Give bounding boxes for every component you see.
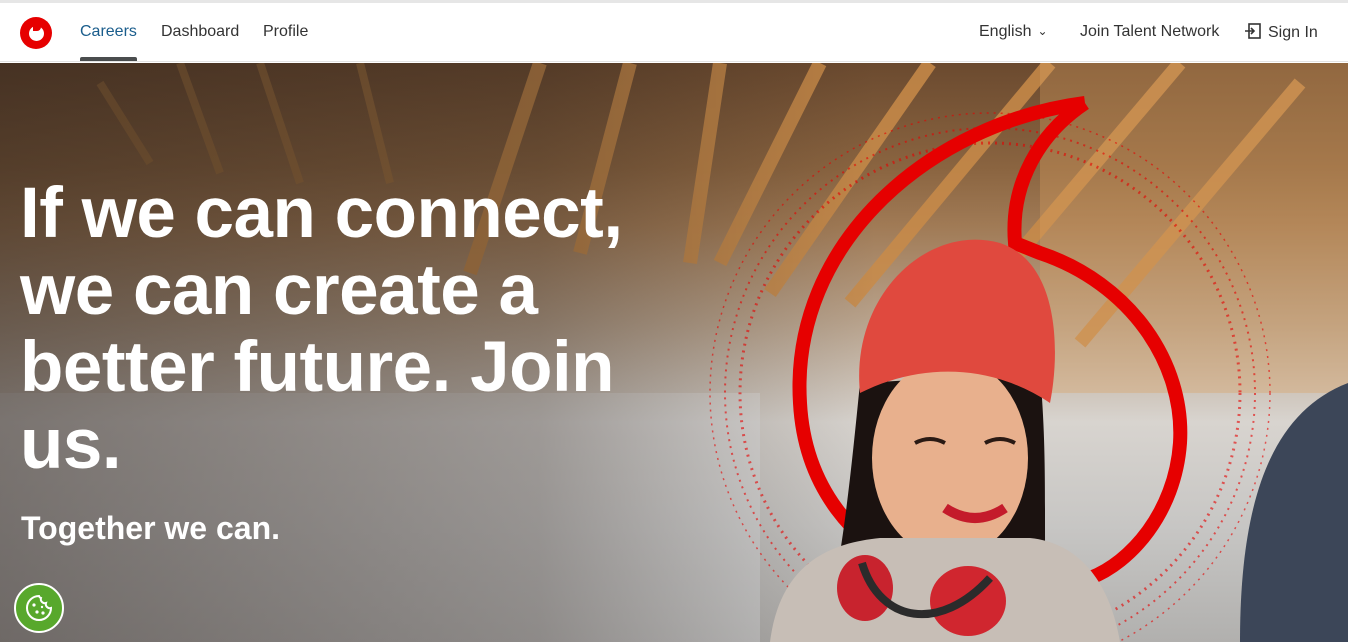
vodafone-logo-icon[interactable]	[20, 17, 52, 49]
active-nav-indicator	[80, 57, 137, 61]
cookie-icon	[26, 594, 53, 621]
language-label: English	[979, 23, 1032, 40]
nav-careers-link[interactable]: Careers	[80, 22, 137, 42]
hero-headline: If we can connect, we can create a bette…	[20, 174, 623, 484]
join-talent-network-link[interactable]: Join Talent Network	[1080, 22, 1219, 42]
language-selector[interactable]: English ⌄	[979, 22, 1048, 42]
sign-in-label: Sign In	[1268, 24, 1318, 41]
hero-banner: If we can connect, we can create a bette…	[0, 63, 1348, 642]
nav-dashboard-link[interactable]: Dashboard	[161, 22, 239, 42]
nav-profile-link[interactable]: Profile	[263, 22, 308, 42]
top-navigation: Careers Dashboard Profile English ⌄ Join …	[0, 3, 1348, 62]
sign-in-button[interactable]: Sign In	[1244, 22, 1318, 43]
cookie-settings-button[interactable]	[14, 583, 64, 633]
sign-in-icon	[1245, 23, 1261, 39]
chevron-down-icon: ⌄	[1037, 24, 1048, 38]
hero-subhead: Together we can.	[21, 510, 281, 546]
